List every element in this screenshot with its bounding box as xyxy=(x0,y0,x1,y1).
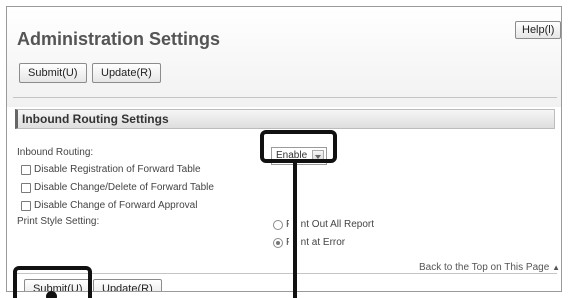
section-header: Inbound Routing Settings xyxy=(15,109,555,129)
radio-print-all[interactable] xyxy=(273,220,283,230)
checkbox-label-registration: Disable Registration of Forward Table xyxy=(34,164,201,175)
page-title: Administration Settings xyxy=(17,29,221,49)
checkbox-disable-change-delete[interactable] xyxy=(21,183,31,193)
header-band xyxy=(7,7,561,107)
checkbox-disable-approval[interactable] xyxy=(21,201,31,211)
submit-button-top[interactable]: Submit(U) xyxy=(19,63,87,83)
inbound-routing-label: Inbound Routing: xyxy=(17,147,94,158)
triangle-up-icon: ▲ xyxy=(552,263,560,272)
back-to-top-text: Back to the Top on This Page xyxy=(419,262,550,273)
checkbox-label-change-delete: Disable Change/Delete of Forward Table xyxy=(34,182,214,193)
divider xyxy=(13,97,557,98)
callout-pointer-line-lower xyxy=(293,216,297,246)
update-button-top[interactable]: Update(R) xyxy=(92,63,161,83)
radio-print-error[interactable] xyxy=(273,238,283,248)
checkbox-label-approval: Disable Change of Forward Approval xyxy=(34,200,198,211)
callout-pointer-dot xyxy=(46,291,57,298)
update-button-bottom[interactable]: Update(R) xyxy=(93,279,162,291)
callout-box-select xyxy=(260,130,337,163)
section-title: Inbound Routing Settings xyxy=(22,112,169,126)
footer-divider xyxy=(13,273,557,274)
print-style-label: Print Style Setting: xyxy=(17,216,100,227)
help-button[interactable]: Help(l) xyxy=(515,21,561,39)
back-to-top-link[interactable]: Back to the Top on This Page ▲ xyxy=(419,262,560,273)
checkbox-disable-registration[interactable] xyxy=(21,165,31,175)
